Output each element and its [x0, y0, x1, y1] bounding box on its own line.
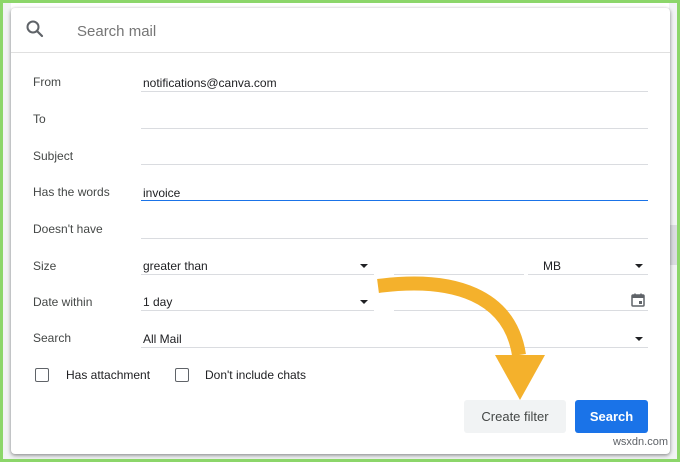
size-comparator-underline [141, 274, 374, 275]
has-attachment-label: Has attachment [66, 368, 151, 382]
search-in-label: Search [33, 331, 72, 345]
to-field[interactable] [141, 128, 648, 129]
size-unit-value: MB [543, 259, 561, 273]
has-attachment-checkbox[interactable] [35, 368, 49, 382]
chevron-down-icon [635, 337, 643, 341]
size-comparator-value: greater than [143, 259, 208, 273]
search-in-value: All Mail [143, 332, 182, 346]
calendar-icon[interactable] [630, 292, 646, 308]
search-button[interactable]: Search [575, 400, 648, 433]
chevron-down-icon [635, 264, 643, 268]
from-field[interactable] [141, 91, 648, 92]
search-header [11, 8, 670, 53]
date-within-label: Date within [33, 295, 93, 309]
search-icon[interactable] [25, 19, 45, 39]
subject-label: Subject [33, 149, 74, 163]
size-value-field[interactable] [394, 274, 524, 275]
to-label: To [33, 112, 46, 126]
has-words-label: Has the words [33, 185, 110, 199]
advanced-search-panel: From notifications@canva.com To Subject … [11, 8, 670, 454]
has-words-value: invoice [143, 186, 181, 200]
date-field[interactable] [394, 310, 648, 311]
subject-field[interactable] [141, 164, 648, 165]
chevron-down-icon [360, 300, 368, 304]
dont-include-chats-label: Don't include chats [205, 368, 307, 382]
doesnt-have-field[interactable] [141, 238, 648, 239]
create-filter-button[interactable]: Create filter [464, 400, 566, 433]
size-unit-underline [528, 274, 648, 275]
from-value: notifications@canva.com [143, 76, 277, 90]
dont-include-chats-checkbox[interactable] [175, 368, 189, 382]
search-in-underline [141, 347, 648, 348]
size-label: Size [33, 259, 57, 273]
has-words-field[interactable] [141, 200, 648, 201]
from-label: From [33, 75, 61, 89]
search-input[interactable] [75, 18, 639, 44]
watermark: wsxdn.com [612, 436, 668, 448]
background-scrollbar [669, 225, 677, 265]
background-page-left [3, 3, 11, 459]
chevron-down-icon [360, 264, 368, 268]
date-range-underline [141, 310, 374, 311]
date-range-value: 1 day [143, 295, 173, 309]
doesnt-have-label: Doesn't have [33, 222, 103, 236]
